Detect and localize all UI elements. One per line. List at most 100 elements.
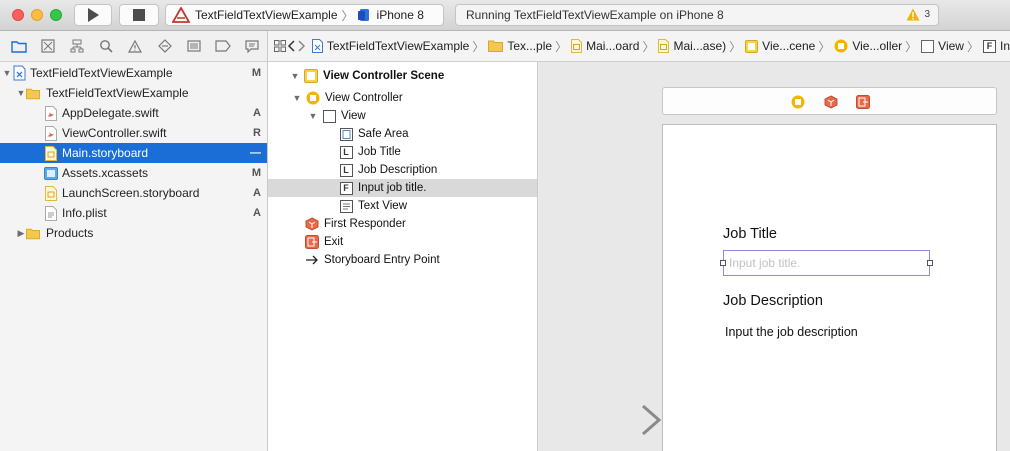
tree-item-file-selected[interactable]: Main.storyboard — [0,143,267,163]
tree-item-group[interactable]: ▶ Products [0,223,267,243]
breadcrumb-project[interactable]: TextFieldTextViewExample 〉 [308,38,485,55]
tree-item-group[interactable]: ▼ TextFieldTextViewExample [0,83,267,103]
issue-navigator-tab[interactable] [121,35,150,57]
tree-item-file[interactable]: Assets.xcassets M [0,163,267,183]
storyboard-entry-arrow[interactable] [575,402,665,438]
outline-item-label: View [341,110,366,122]
tree-item-file[interactable]: Info.plist A [0,203,267,223]
symbol-navigator-tab[interactable] [62,35,91,57]
project-icon [311,39,323,53]
breadcrumb-storyboard[interactable]: Mai...oard 〉 [567,38,654,55]
outline-item-label: Input job title. [358,182,427,194]
outline-item-text-field-selected[interactable]: F Input job title. [268,179,537,197]
outline-item-text-view[interactable]: Text View [268,197,537,215]
search-icon [100,40,113,53]
disclosure-expanded-icon[interactable]: ▼ [2,68,12,78]
close-window-button[interactable] [12,9,24,21]
warnings-indicator[interactable]: 3 [906,8,930,21]
project-icon [12,65,26,81]
breadcrumb-label: Vie...cene [762,39,816,53]
interface-builder-canvas[interactable]: Job Title Input job title. Job Descripti… [539,62,1010,451]
outline-item-label-job-title[interactable]: L Job Title [268,143,537,161]
source-status-badge: A [253,187,261,199]
job-description-text-view[interactable]: Input the job description [725,325,858,339]
outline-item-label: View Controller Scene [323,70,445,82]
resize-handle-right[interactable] [927,260,933,266]
hierarchy-icon [70,39,84,53]
tree-item-label: ViewController.swift [62,126,167,140]
outline-item-label-job-description[interactable]: L Job Description [268,161,537,179]
back-button[interactable] [286,36,297,56]
stop-button[interactable] [119,4,159,26]
safe-area-icon [339,127,353,141]
chevron-right-icon: 〉 [966,39,979,54]
first-responder-dock-icon[interactable] [824,95,838,112]
chevron-left-icon [288,40,295,52]
outline-item-label: Storyboard Entry Point [324,254,440,266]
source-control-icon [41,39,55,53]
find-navigator-tab[interactable] [92,35,121,57]
run-button[interactable] [74,4,112,26]
zoom-window-button[interactable] [50,9,62,21]
breakpoint-icon [215,40,231,52]
view-controller-screen[interactable]: Job Title Input job title. Job Descripti… [662,124,997,451]
breadcrumb-label: Mai...oard [586,39,640,53]
tree-item-label: Info.plist [62,206,107,220]
project-navigator: ▼ TextFieldTextViewExample M ▼ TextField… [0,31,268,451]
breadcrumb-view-controller[interactable]: Vie...oller 〉 [830,38,917,55]
disclosure-expanded-icon[interactable]: ▼ [16,88,26,98]
forward-button[interactable] [297,36,308,56]
outline-item-safe-area[interactable]: Safe Area [268,125,537,143]
swift-file-icon [44,125,58,141]
source-control-navigator-tab[interactable] [33,35,62,57]
report-navigator-tab[interactable] [238,35,267,57]
scheme-selector[interactable]: TextFieldTextViewExample 〉 iPhone 8 [165,4,444,26]
test-navigator-tab[interactable] [150,35,179,57]
swift-file-icon [44,105,58,121]
breadcrumb-group[interactable]: Tex...ple 〉 [484,38,567,55]
breadcrumb-label: Tex...ple [507,39,553,53]
exit-dock-icon[interactable] [856,95,870,112]
tree-item-project[interactable]: ▼ TextFieldTextViewExample M [0,63,267,83]
breadcrumb-label: View [938,39,964,53]
debug-navigator-tab[interactable] [179,35,208,57]
breadcrumb-view[interactable]: View 〉 [917,38,979,55]
disclosure-expanded-icon[interactable]: ▼ [308,111,318,121]
disclosure-expanded-icon[interactable]: ▼ [290,71,300,81]
disclosure-expanded-icon[interactable]: ▼ [292,93,302,103]
outline-item-view[interactable]: ▼ View [268,107,537,125]
tree-item-file[interactable]: LaunchScreen.storyboard A [0,183,267,203]
outline-item-first-responder[interactable]: First Responder [268,215,537,233]
outline-item-view-controller[interactable]: ▼ View Controller [268,89,537,107]
disclosure-collapsed-icon[interactable]: ▶ [16,228,26,239]
chevron-right-icon: 〉 [642,39,655,54]
outline-item-exit[interactable]: Exit [268,233,537,251]
text-field-placeholder: Input job title. [729,256,801,270]
view-controller-dock-icon[interactable] [791,95,805,112]
job-title-text-field[interactable]: Input job title. [723,250,930,276]
outline-item-scene[interactable]: ▼ View Controller Scene [268,67,537,85]
minimize-window-button[interactable] [31,9,43,21]
project-navigator-tab[interactable] [4,35,33,57]
breakpoint-navigator-tab[interactable] [209,35,238,57]
breadcrumb-text-field[interactable]: F In [979,39,1010,53]
tree-item-label: LaunchScreen.storyboard [62,186,200,200]
breadcrumb-storyboard-base[interactable]: Mai...ase) 〉 [654,38,741,55]
outline-item-entry-point[interactable]: Storyboard Entry Point [268,251,537,269]
scheme-project-label: TextFieldTextViewExample [195,8,338,22]
related-items-button[interactable] [274,36,286,56]
chevron-right-icon: 〉 [472,39,485,54]
job-description-label[interactable]: Job Description [723,293,823,309]
breadcrumb-scene[interactable]: Vie...cene 〉 [741,38,830,55]
chevron-right-icon: 〉 [818,39,831,54]
resize-handle-left[interactable] [720,260,726,266]
tree-item-file[interactable]: AppDelegate.swift A [0,103,267,123]
outline-item-label: Exit [324,236,344,248]
jump-bar: TextFieldTextViewExample 〉 Tex...ple 〉 M… [268,31,1010,62]
job-title-label[interactable]: Job Title [723,226,777,242]
folder-icon [10,40,27,53]
source-status-badge: M [251,167,261,179]
tree-item-file[interactable]: ViewController.swift R [0,123,267,143]
chevron-right-icon: 〉 [729,39,742,54]
navigator-tab-bar [0,31,267,62]
